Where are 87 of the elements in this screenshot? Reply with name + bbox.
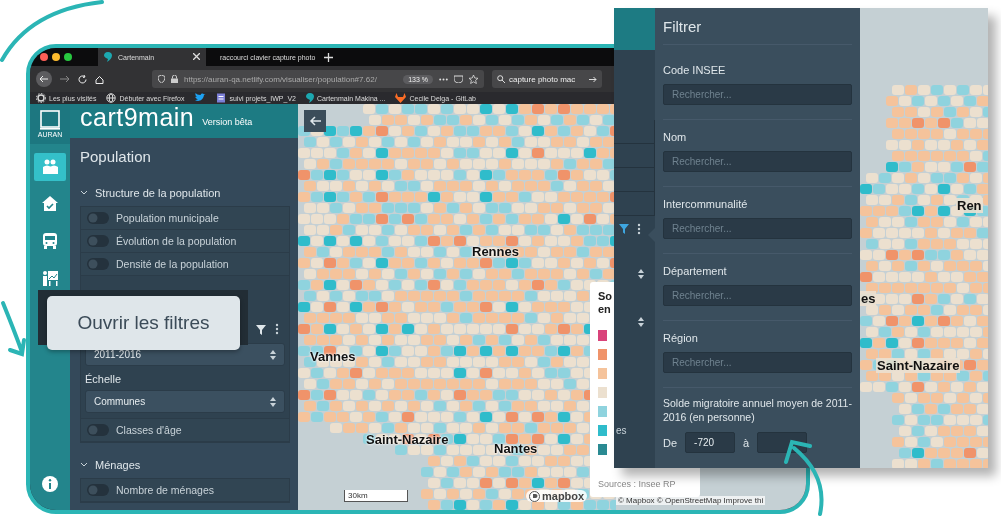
home-icon[interactable] [95, 74, 104, 84]
forward-icon[interactable] [60, 75, 70, 83]
city-label: Vannes [310, 349, 356, 364]
more-icon[interactable] [275, 323, 279, 335]
layer-label: Population municipale [116, 212, 219, 224]
tooltip: Ouvrir les filtres [47, 296, 240, 350]
legend-text: es [616, 425, 627, 436]
fox-icon [395, 93, 407, 103]
header-band [614, 8, 655, 50]
pocket-icon[interactable] [454, 75, 463, 83]
drop-icon [104, 52, 112, 62]
toggle-switch[interactable] [87, 235, 109, 247]
logo-square-icon [40, 110, 60, 130]
field-label: Région [663, 332, 699, 344]
search-field[interactable]: Rechercher... [663, 352, 852, 373]
arrow-left-icon [309, 116, 321, 126]
more-icon[interactable] [637, 223, 641, 235]
toggle-switch[interactable] [87, 484, 109, 496]
map-credits: © Mapbox © OpenStreetMap Improve thi [616, 496, 766, 505]
gear-icon [36, 93, 46, 103]
scale-bar: 30km [344, 490, 408, 502]
close-icon[interactable] [193, 53, 200, 60]
more-icon[interactable] [439, 77, 448, 81]
nav-icon [41, 232, 59, 250]
layer-label: Densité de la population [116, 258, 229, 270]
chevron-icon[interactable] [80, 190, 88, 196]
sort-icon [638, 317, 644, 327]
star-icon[interactable] [469, 74, 478, 84]
layer-label: Nombre de ménages [116, 484, 215, 496]
city-label: Ren [956, 198, 983, 213]
info-icon[interactable] [42, 476, 58, 492]
city-label: es [860, 291, 877, 306]
filter-icon[interactable] [256, 325, 266, 335]
arrow-right-icon[interactable] [589, 75, 597, 83]
legend-title: en [598, 303, 612, 316]
layer-label: Classes d'âge [116, 424, 182, 436]
field-label: Échelle [85, 373, 123, 385]
mapbox-logo: mapbox [542, 490, 585, 502]
field-label: Code INSEE [663, 64, 727, 76]
field-label: Intercommunalité [663, 198, 749, 210]
toggle-switch[interactable] [87, 424, 109, 436]
chevron-icon[interactable] [80, 462, 88, 468]
field-label: Département [663, 265, 728, 277]
nav-icon [41, 269, 59, 287]
search-field[interactable]: Rechercher... [663, 285, 852, 306]
search-field[interactable]: Rechercher... [663, 218, 852, 239]
field-label: Nom [663, 131, 688, 143]
search-field[interactable]: Rechercher... [663, 84, 852, 105]
search-field[interactable]: capture photo mac [492, 70, 602, 88]
to-label: à [743, 436, 750, 449]
scale-select[interactable]: Communes [85, 390, 285, 413]
section-title[interactable]: Structure de la population [95, 187, 221, 199]
version-label: Version bêta [202, 117, 253, 129]
search-field[interactable]: Rechercher... [663, 151, 852, 172]
sort-icon [270, 396, 276, 407]
panel-title: Population [80, 148, 152, 165]
drop-icon [306, 93, 314, 103]
city-label: Nantes [494, 441, 538, 456]
brand-logo: cart9main [80, 104, 195, 130]
document-icon [216, 93, 227, 103]
sort-icon [270, 349, 276, 360]
layer-label: Évolution de la population [116, 235, 237, 247]
back-button[interactable] [304, 110, 326, 132]
bird-icon [194, 93, 207, 103]
new-tab-icon[interactable] [324, 52, 333, 62]
city-label: Rennes [472, 244, 519, 259]
reload-icon[interactable] [78, 74, 87, 84]
filter-icon[interactable] [619, 224, 629, 234]
toggle-switch[interactable] [87, 258, 109, 270]
section-title[interactable]: Ménages [95, 459, 141, 471]
globe-icon [106, 93, 117, 103]
source-note: Sources : Insee RP [598, 479, 677, 489]
panel-title: Filtrer [663, 18, 852, 45]
from-label: De [663, 436, 678, 449]
min-value-field[interactable]: -720 [685, 432, 736, 453]
shield-icon [158, 75, 165, 83]
sort-icon [638, 269, 644, 279]
lock-icon [171, 75, 178, 83]
nav-icon [41, 195, 59, 213]
window-controls-icon [40, 53, 72, 61]
city-label: Saint-Nazaire [876, 358, 961, 373]
search-icon [497, 75, 505, 83]
nav-icon [41, 158, 59, 176]
back-icon[interactable] [36, 71, 52, 87]
range-label: Solde migratoire annuel moyen de 2011-2016 (en personne) [663, 396, 852, 424]
toggle-switch[interactable] [87, 212, 109, 224]
city-label: Saint-Nazaire [366, 432, 449, 447]
